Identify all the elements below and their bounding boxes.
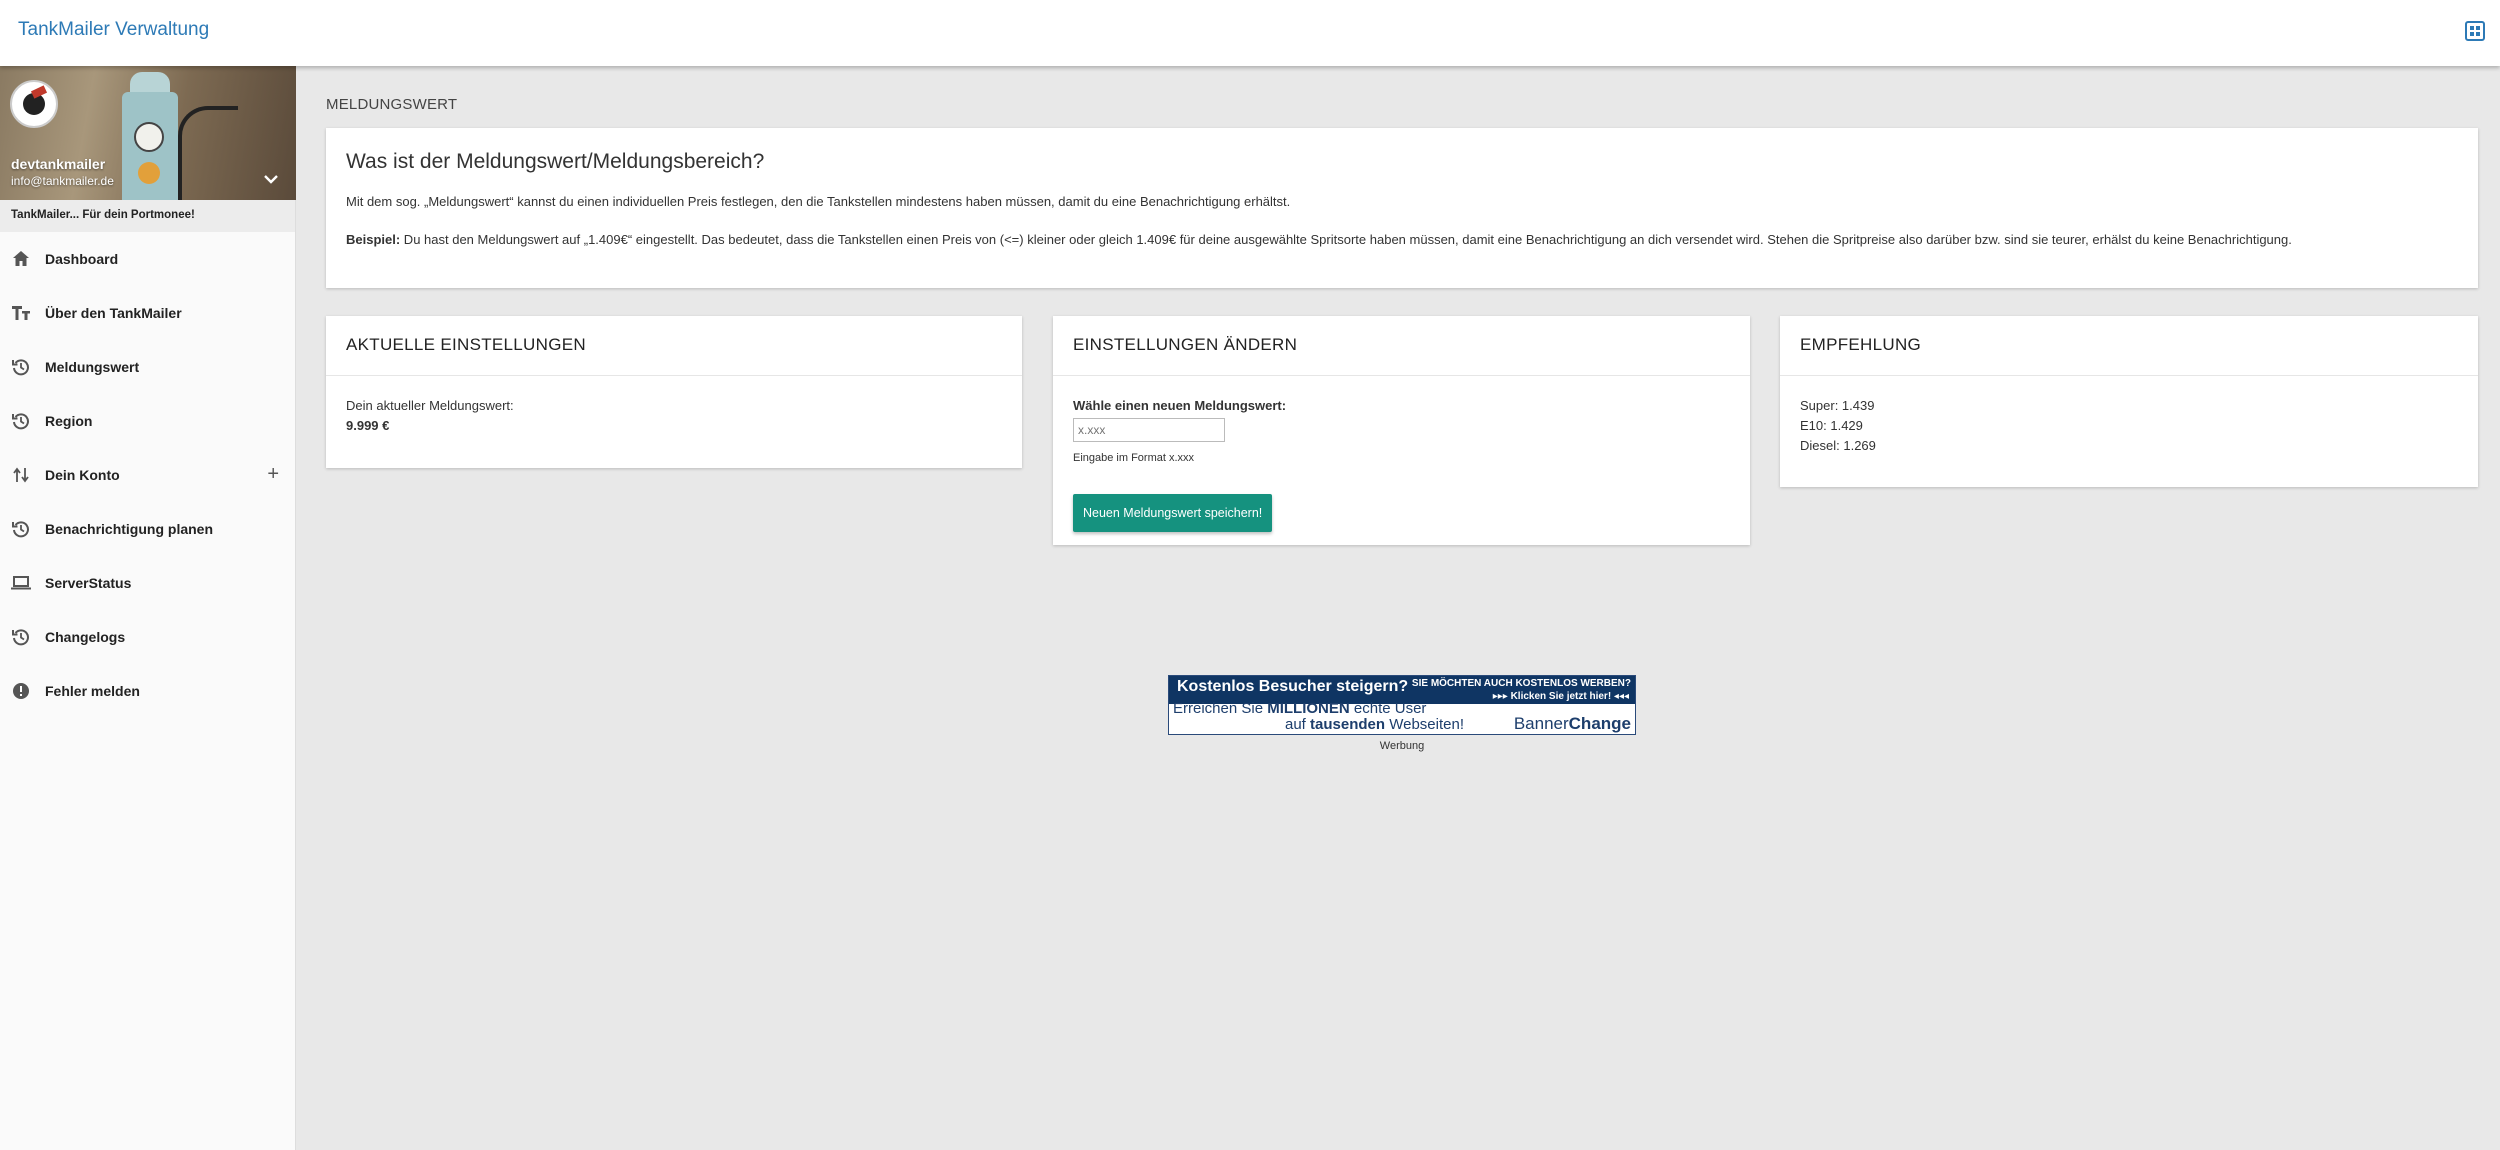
- slogan: TankMailer... Für dein Portmonee!: [0, 200, 295, 232]
- history-icon: [11, 357, 31, 377]
- top-bar: TankMailer Verwaltung: [0, 0, 2500, 66]
- history-icon: [11, 627, 31, 647]
- save-meldungswert-button[interactable]: Neuen Meldungswert speichern!: [1073, 494, 1273, 532]
- intro-example: Beispiel: Du hast den Meldungswert auf „…: [346, 230, 2458, 250]
- recommendation-diesel: Diesel: 1.269: [1800, 438, 1876, 453]
- sidebar-item-region[interactable]: Region: [0, 394, 295, 448]
- history-icon: [11, 411, 31, 431]
- intro-card: Was ist der Meldungswert/Meldungsbereich…: [326, 128, 2478, 288]
- profile-header: devtankmailer info@tankmailer.de: [0, 66, 296, 200]
- sidebar-item-dashboard[interactable]: Dashboard: [0, 232, 295, 286]
- format-hint: Eingabe im Format x.xxx: [1073, 452, 1195, 464]
- recommendation-super: Super: 1.439: [1800, 398, 1875, 413]
- expand-plus-icon[interactable]: +: [267, 464, 279, 484]
- ad-label: Werbung: [1379, 740, 1425, 752]
- change-settings-title: EINSTELLUNGEN ÄNDERN: [1053, 316, 1750, 376]
- ad-question: SIE MÖCHTEN AUCH KOSTENLOS WERBEN?: [1411, 678, 1631, 689]
- page-title: MELDUNGSWERT: [326, 96, 458, 113]
- example-text: Du hast den Meldungswert auf „1.409€“ ei…: [400, 232, 2292, 247]
- current-value: 9.999 €: [346, 418, 390, 433]
- grid-menu-icon[interactable]: [2464, 20, 2486, 42]
- meldungswert-input[interactable]: [1073, 418, 1225, 442]
- example-label: Beispiel:: [346, 232, 401, 247]
- intro-paragraph: Mit dem sog. „Meldungswert“ kannst du ei…: [346, 194, 1291, 209]
- profile-email: info@tankmailer.de: [11, 174, 114, 188]
- text-icon: [11, 303, 31, 323]
- current-settings-title: AKTUELLE EINSTELLUNGEN: [326, 316, 1022, 376]
- ad-headline: Kostenlos Besucher steigern?: [1177, 678, 1409, 695]
- sidebar-item-dein-konto[interactable]: Dein Konto +: [0, 448, 295, 502]
- avatar: [10, 80, 58, 128]
- current-settings-card: AKTUELLE EINSTELLUNGEN Dein aktueller Me…: [326, 316, 1022, 468]
- sidebar-item-serverstatus[interactable]: ServerStatus: [0, 556, 295, 610]
- history-icon: [11, 519, 31, 539]
- recommendation-title: EMPFEHLUNG: [1780, 316, 2478, 376]
- app-title[interactable]: TankMailer Verwaltung: [18, 19, 209, 41]
- home-icon: [11, 249, 31, 269]
- recommendation-card: EMPFEHLUNG Super: 1.439 E10: 1.429 Diese…: [1780, 316, 2478, 487]
- change-settings-card: EINSTELLUNGEN ÄNDERN Wähle einen neuen M…: [1053, 316, 1750, 545]
- chevron-down-icon[interactable]: [262, 172, 280, 186]
- alert-icon: [11, 681, 31, 701]
- intro-title: Was ist der Meldungswert/Meldungsbereich…: [346, 150, 765, 173]
- ad-cta: ▸▸▸ Klicken Sie jetzt hier! ◂◂◂: [1492, 691, 1629, 702]
- profile-username: devtankmailer: [11, 156, 106, 172]
- laptop-icon: [11, 573, 31, 593]
- sidebar-item-fehler-melden[interactable]: Fehler melden: [0, 664, 295, 718]
- sidebar-item-benachrichtigung-planen[interactable]: Benachrichtigung planen: [0, 502, 295, 556]
- swap-icon: [11, 465, 31, 485]
- current-value-label: Dein aktueller Meldungswert:: [346, 398, 514, 413]
- new-value-label: Wähle einen neuen Meldungswert:: [1073, 398, 1287, 413]
- sidebar-item-ueber[interactable]: Über den TankMailer: [0, 286, 295, 340]
- ad-line2: Erreichen Sie MILLIONEN echte User: [1173, 700, 1427, 717]
- sidebar: devtankmailer info@tankmailer.de TankMai…: [0, 66, 296, 1150]
- sidebar-item-meldungswert[interactable]: Meldungswert: [0, 340, 295, 394]
- ad-banner[interactable]: Kostenlos Besucher steigern? SIE MÖCHTEN…: [1168, 675, 1636, 735]
- recommendation-e10: E10: 1.429: [1800, 418, 1863, 433]
- ad-brand-logo: BannerChange: [1513, 714, 1631, 733]
- sidebar-item-changelogs[interactable]: Changelogs: [0, 610, 295, 664]
- ad-line3: auf tausenden Webseiten!: [1285, 716, 1464, 733]
